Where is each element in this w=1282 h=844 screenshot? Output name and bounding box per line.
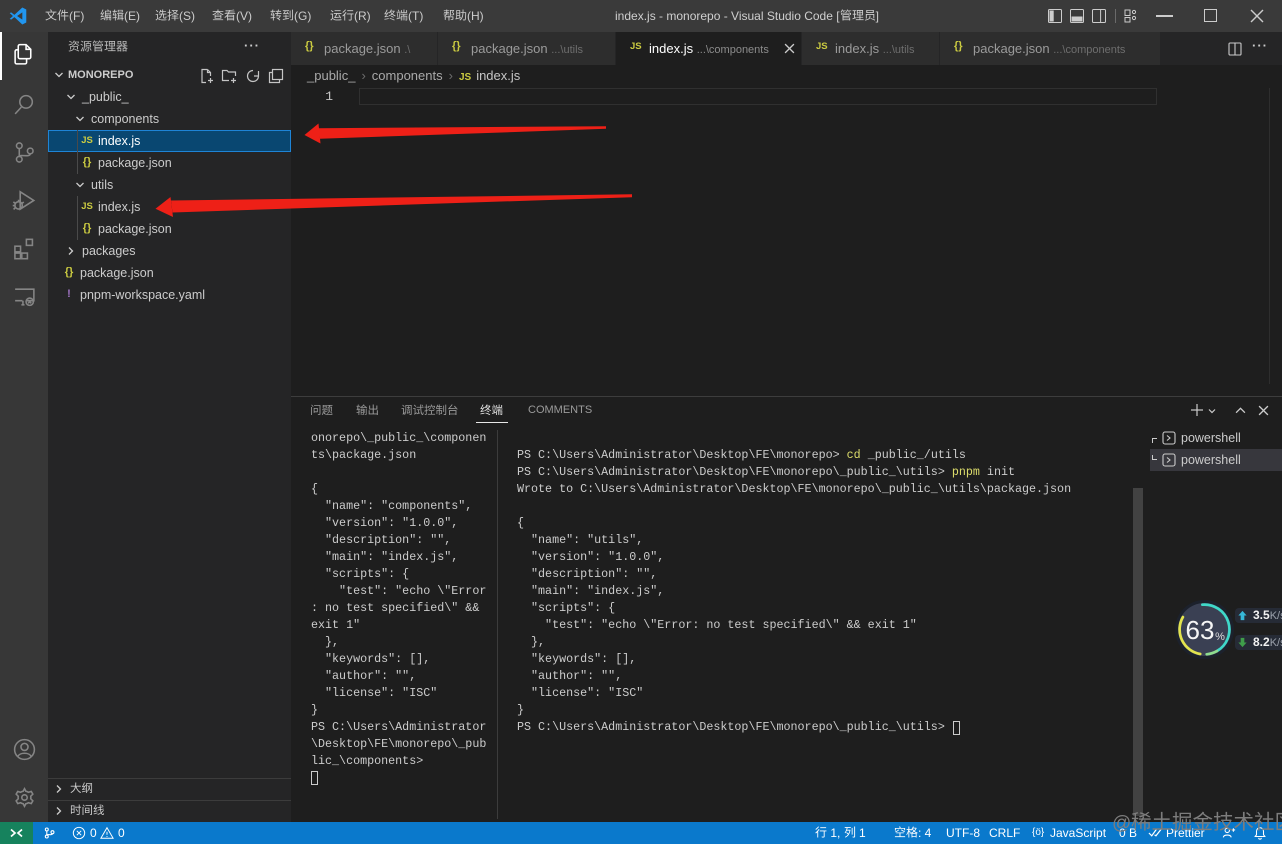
svg-text:%: % [1215,631,1225,643]
svg-text:63: 63 [1186,615,1215,645]
